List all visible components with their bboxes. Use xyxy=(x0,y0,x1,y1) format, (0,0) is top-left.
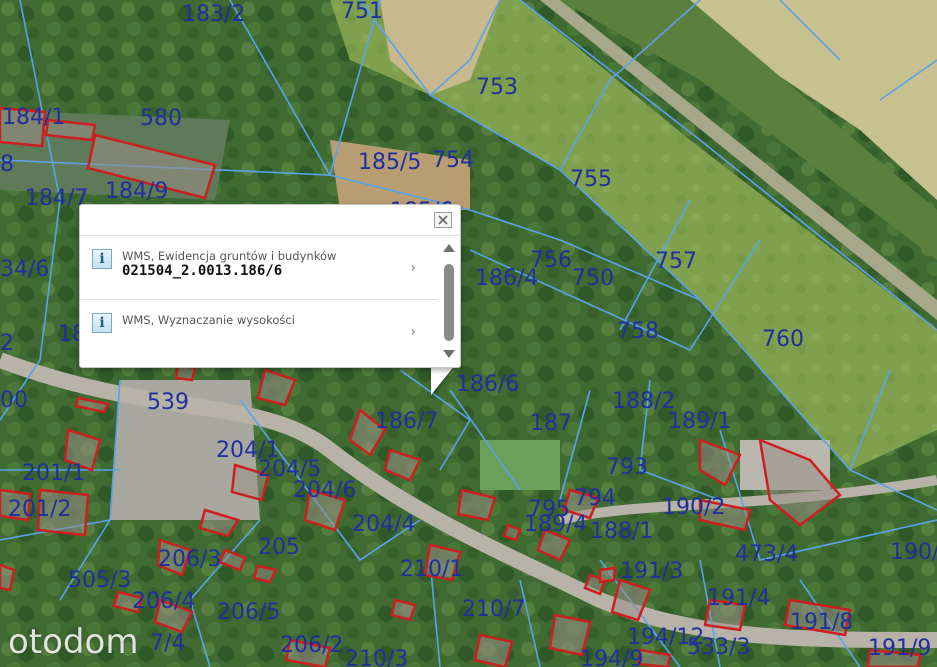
parcel-label: 206/2 xyxy=(280,633,343,658)
parcel-label: 473/4 xyxy=(735,542,798,567)
popup-pointer xyxy=(431,365,455,395)
parcel-label: 186/4 xyxy=(475,266,538,291)
scroll-thumb[interactable] xyxy=(444,264,454,341)
parcel-label: 758 xyxy=(617,319,659,344)
parcel-label: 191/3 xyxy=(620,559,683,584)
parcel-label: 533/3 xyxy=(687,635,750,660)
parcel-label: 204/6 xyxy=(293,478,356,503)
parcel-label: 505/3 xyxy=(68,568,131,593)
parcel-label: 201/1 xyxy=(22,461,85,486)
parcel-label: 191/4 xyxy=(707,586,770,611)
chevron-right-icon[interactable]: › xyxy=(410,260,416,276)
info-icon: i xyxy=(92,313,112,333)
parcel-label: 184/9 xyxy=(105,179,168,204)
parcel-label: 210/1 xyxy=(400,557,463,582)
result-list: i WMS, Ewidencja gruntów i budynków 0215… xyxy=(80,236,438,367)
result-item-wysokosci[interactable]: i WMS, Wyznaczanie wysokości › xyxy=(80,300,438,364)
parcel-label: 210/3 xyxy=(345,647,408,667)
parcel-label: 190/2 xyxy=(662,495,725,520)
feature-info-popup: i WMS, Ewidencja gruntów i budynków 0215… xyxy=(79,204,461,368)
parcel-label: 183/2 xyxy=(182,2,245,27)
parcel-label: 204/4 xyxy=(352,512,415,537)
result-title: WMS, Wyznaczanie wysokości xyxy=(122,313,295,327)
info-icon: i xyxy=(92,249,112,269)
parcel-label: 194/9 xyxy=(580,647,643,667)
result-item-ewidencja[interactable]: i WMS, Ewidencja gruntów i budynków 0215… xyxy=(80,236,438,300)
parcel-label: 210/7 xyxy=(462,597,525,622)
scroll-up-arrow-icon[interactable] xyxy=(443,244,455,252)
result-title: WMS, Ewidencja gruntów i budynków xyxy=(122,249,337,263)
parcel-id-value: 021504_2.0013.186/6 xyxy=(122,263,283,279)
parcel-label: 794 xyxy=(574,486,616,511)
parcel-label: 191/8 xyxy=(790,610,853,635)
parcel-label: 206/4 xyxy=(132,589,195,614)
parcel-label: 206/5 xyxy=(217,600,280,625)
parcel-label: 793 xyxy=(606,455,648,480)
parcel-label: 754 xyxy=(432,148,474,173)
parcel-label: 34/6 xyxy=(0,257,49,282)
parcel-label: 191/9 xyxy=(868,636,931,661)
parcel-label: 539 xyxy=(147,390,189,415)
parcel-label: 00 xyxy=(0,388,28,413)
parcel-label: 580 xyxy=(140,106,182,131)
parcel-label: 184/1 xyxy=(2,105,65,130)
parcel-label: 188/2 xyxy=(612,389,675,414)
popup-header xyxy=(80,205,460,236)
parcel-label: 7/4 xyxy=(150,631,185,656)
scroll-down-arrow-icon[interactable] xyxy=(443,350,455,358)
parcel-label: 190/ xyxy=(890,540,937,565)
close-x-icon xyxy=(438,215,448,225)
parcel-label: 757 xyxy=(655,249,697,274)
parcel-label: 185/5 xyxy=(358,150,421,175)
parcel-label: 186/7 xyxy=(375,409,438,434)
close-button[interactable] xyxy=(434,212,452,228)
chevron-right-icon[interactable]: › xyxy=(410,324,416,340)
parcel-label: 189/1 xyxy=(668,409,731,434)
parcel-label: 201/2 xyxy=(8,497,71,522)
parcel-label: 206/3 xyxy=(158,547,221,572)
parcel-label: 189/4 xyxy=(524,512,587,537)
parcel-label: 755 xyxy=(570,167,612,192)
parcel-label: 188/1 xyxy=(590,519,653,544)
otodom-watermark: otodom xyxy=(8,622,139,662)
parcel-label: 760 xyxy=(762,327,804,352)
parcel-label: 751 xyxy=(341,0,383,24)
parcel-label: 187 xyxy=(530,411,572,436)
parcel-label: 205 xyxy=(258,535,300,560)
popup-scrollbar[interactable] xyxy=(442,241,456,363)
sports-court xyxy=(480,440,560,490)
parcel-label: 753 xyxy=(476,75,518,100)
parcel-label: 750 xyxy=(572,266,614,291)
parcel-label: 8 xyxy=(0,152,14,177)
parcel-label: 186/6 xyxy=(456,372,519,397)
parcel-label: 2 xyxy=(0,331,14,356)
